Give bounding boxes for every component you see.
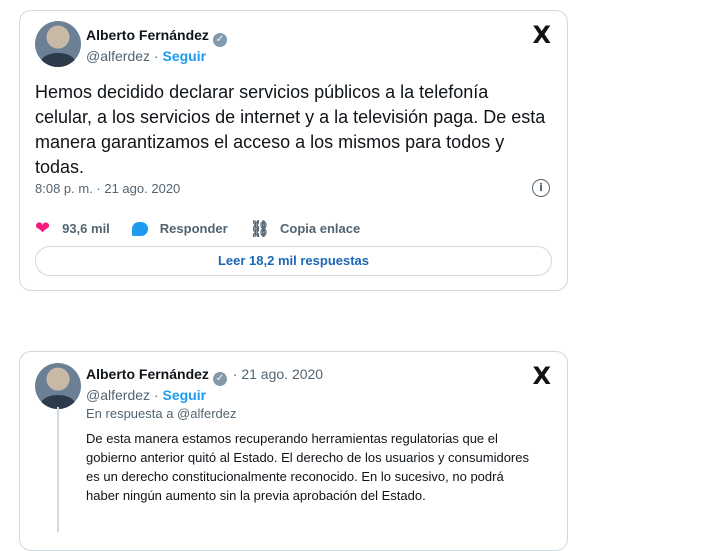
separator: · [153,48,159,64]
verified-icon: ✓ [212,372,227,386]
handle[interactable]: @alferdez [86,387,150,403]
read-replies-button[interactable]: Leer 18,2 mil respuestas [35,246,552,276]
author-name-text[interactable]: Alberto Fernández [86,27,209,43]
reply-button[interactable]: Responder [131,221,228,236]
action-bar: ❤ 93,6 mil Responder ⛓ Copia enlace [35,218,382,239]
avatar[interactable] [35,21,81,67]
like-button[interactable]: ❤ 93,6 mil [35,218,110,239]
thread-line [57,407,59,532]
handle-line: @alferdez · Seguir [86,387,206,403]
info-icon[interactable]: i [532,179,550,197]
x-logo-icon[interactable]: X [532,23,551,47]
follow-button[interactable]: Seguir [162,387,206,403]
tweet-card: Alberto Fernández ✓ · 21 ago. 2020 @alfer… [19,351,568,551]
tweet-text: De esta manera estamos recuperando herra… [86,431,529,503]
heart-icon: ❤ [35,218,51,238]
reply-to-label[interactable]: En respuesta a @alferdez [86,406,237,421]
handle-line: @alferdez · Seguir [86,48,206,64]
tweet-date[interactable]: · 21 ago. 2020 [233,366,323,382]
tweet-card: Alberto Fernández ✓ @alferdez · Seguir X … [19,10,568,291]
follow-button[interactable]: Seguir [162,48,206,64]
handle[interactable]: @alferdez [86,48,150,64]
avatar[interactable] [35,363,81,409]
tweet-text: Hemos decidido declarar servicios públic… [35,82,546,177]
separator: · [153,387,159,403]
author-name[interactable]: Alberto Fernández ✓ [86,27,227,47]
x-logo-icon[interactable]: X [532,364,551,388]
reply-bubble-icon [131,221,148,236]
reply-label: Responder [159,221,228,236]
verified-icon: ✓ [212,33,227,47]
like-count: 93,6 mil [62,221,110,236]
copy-link-button[interactable]: ⛓ Copia enlace [250,219,361,238]
author-name[interactable]: Alberto Fernández ✓ · 21 ago. 2020 [86,366,323,386]
link-icon: ⛓ [249,219,271,238]
timestamp[interactable]: 8:08 p. m. · 21 ago. 2020 [35,181,180,196]
author-name-text[interactable]: Alberto Fernández [86,366,209,382]
copy-link-label: Copia enlace [280,221,361,236]
